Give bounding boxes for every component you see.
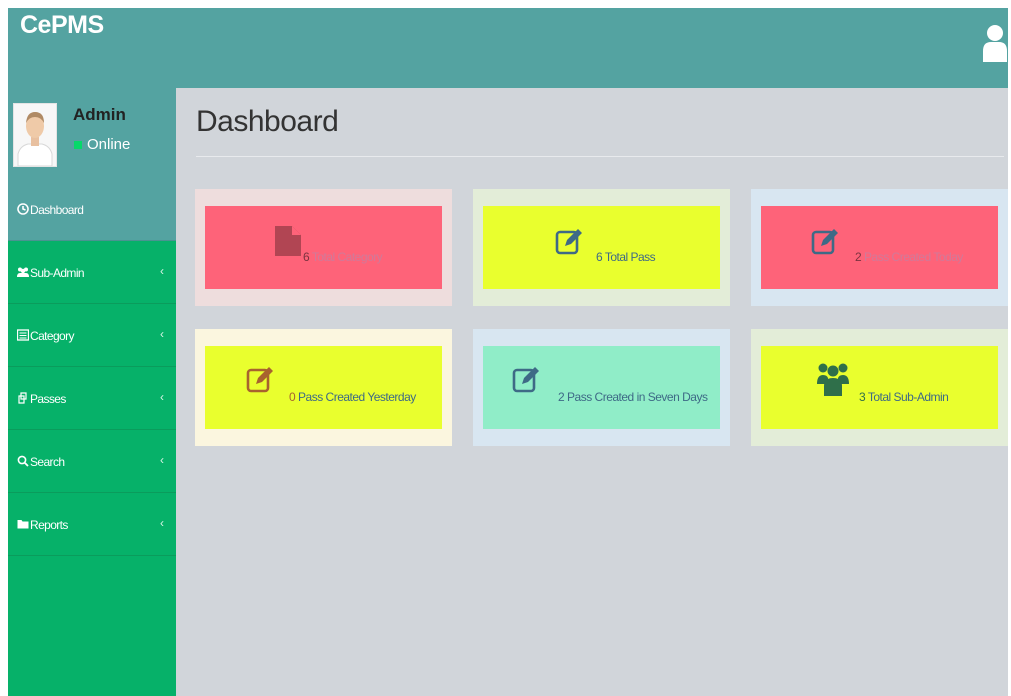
sidebar-item-label: Sub-Admin [30,266,85,280]
status-dot-icon [74,141,82,150]
card-count: 6 [596,250,603,264]
edit-icon [811,229,838,255]
card-body: 2 Pass Created Today [761,206,998,289]
card-body: 6 Total Category [205,206,442,289]
card-total-pass[interactable]: 6 Total Pass [473,189,730,306]
card-text: 6 Total Category [303,250,383,264]
chevron-left-icon: ‹ [160,390,164,404]
card-pass-created-today[interactable]: 2 Pass Created Today [751,189,1008,306]
profile-name: Admin [73,105,126,124]
folder-icon [17,520,29,529]
top-header: CePMS [8,8,1008,88]
users-icon [817,363,849,396]
app-window: CePMS Admin Online Dashboard Sub-Admin ‹… [8,8,1008,696]
card-text: 2 Pass Created Today [855,250,963,264]
card-pass-created-yesterday[interactable]: 0 Pass Created Yesterday [195,329,452,446]
passes-icon [18,392,27,404]
card-body: 3 Total Sub-Admin [761,346,998,429]
card-label: Pass Created Yesterday [298,390,416,404]
profile-status: Online [74,136,130,153]
chevron-left-icon: ‹ [160,516,164,530]
sidebar-item-label: Search [30,455,65,469]
card-total-sub-admin[interactable]: 3 Total Sub-Admin [751,329,1008,446]
card-body: 2 Pass Created in Seven Days [483,346,720,429]
sidebar-item-search[interactable]: Search ‹ [8,431,176,493]
page-title: Dashboard [196,105,339,138]
card-text: 3 Total Sub-Admin [859,390,949,404]
user-icon[interactable] [982,18,1008,62]
card-label: Total Pass [604,250,656,264]
sidebar-item-dashboard[interactable]: Dashboard [8,179,176,241]
sidebar-item-label: Category [30,329,75,343]
users-icon [17,267,29,277]
card-count: 3 [859,390,866,404]
search-icon [17,455,29,467]
card-count: 6 [303,250,310,264]
card-body: 6 Total Pass [483,206,720,289]
sidebar-item-passes[interactable]: Passes ‹ [8,368,176,430]
chevron-left-icon: ‹ [160,264,164,278]
edit-icon [555,229,582,255]
brand-logo-text[interactable]: CePMS [20,11,104,40]
sidebar: Admin Online Dashboard Sub-Admin ‹ Categ… [8,88,176,696]
edit-icon [246,367,273,393]
card-label: Total Sub-Admin [867,390,949,404]
avatar-image [14,104,56,166]
card-label: Pass Created in Seven Days [567,390,708,404]
sidebar-item-category[interactable]: Category ‹ [8,305,176,367]
card-text: 2 Pass Created in Seven Days [558,390,708,404]
card-label: Total Category [311,250,383,264]
profile-panel: Admin Online [8,88,176,179]
dashboard-icon [17,203,29,215]
card-body: 0 Pass Created Yesterday [205,346,442,429]
status-text: Online [87,136,131,153]
sidebar-item-reports[interactable]: Reports ‹ [8,494,176,556]
sidebar-item-label: Passes [30,392,66,406]
card-count: 0 [289,390,296,404]
sidebar-item-label: Reports [30,518,68,532]
chevron-left-icon: ‹ [160,327,164,341]
sidebar-item-label: Dashboard [30,203,84,217]
file-icon [275,226,301,256]
card-total-category[interactable]: 6 Total Category [195,189,452,306]
card-text: 0 Pass Created Yesterday [289,390,416,404]
sidebar-item-sub-admin[interactable]: Sub-Admin ‹ [8,242,176,304]
card-label: Pass Created Today [864,250,963,264]
list-alt-icon [17,329,29,341]
card-text: 6 Total Pass [596,250,656,264]
card-count: 2 [558,390,565,404]
card-count: 2 [855,250,862,264]
title-divider [196,156,1004,157]
chevron-left-icon: ‹ [160,453,164,467]
main-content: Dashboard 6 Total Category 6 Total Pass … [176,88,1008,696]
card-pass-created-seven-days[interactable]: 2 Pass Created in Seven Days [473,329,730,446]
edit-icon [512,367,539,393]
avatar [13,103,57,167]
